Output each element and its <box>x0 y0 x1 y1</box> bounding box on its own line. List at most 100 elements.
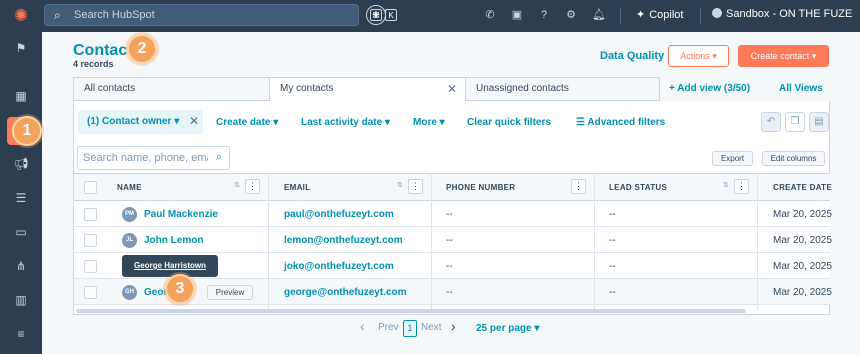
grid-icon[interactable]: ▦ <box>13 88 29 104</box>
column-menu-icon[interactable]: ⋮ <box>571 179 586 194</box>
network-icon[interactable]: ⋔ <box>13 258 29 274</box>
actions-button[interactable]: Actions ▾ <box>668 45 729 67</box>
row-checkbox[interactable] <box>84 208 97 221</box>
row-checkbox[interactable] <box>84 286 97 299</box>
prev-chevron-icon[interactable]: ‹ <box>360 318 365 334</box>
row-checkbox[interactable] <box>84 234 97 247</box>
all-views-link[interactable]: All Views <box>779 83 823 94</box>
select-all-checkbox[interactable] <box>84 181 97 194</box>
account-label: Sandbox - ON THE FUZE <box>726 8 853 20</box>
close-tab-icon[interactable]: ✕ <box>447 78 457 100</box>
more-filters-dropdown[interactable]: More ▾ <box>413 117 445 128</box>
megaphone-icon[interactable]: 📢︎ <box>13 156 29 172</box>
undo-icon[interactable]: ↶ <box>761 112 781 132</box>
settings-gear-icon[interactable]: ⚙ <box>564 8 578 22</box>
advanced-filters-button[interactable]: ☰ Advanced filters <box>576 117 665 128</box>
contact-email-link[interactable]: lemon@onthefuzeyt.com <box>284 235 403 246</box>
next-page-button[interactable]: Next <box>421 322 442 333</box>
create-date-value: Mar 20, 2025 <box>773 209 832 220</box>
contact-owner-filter[interactable]: (1) Contact owner ▾ ✕ <box>78 110 203 134</box>
column-header-email[interactable]: EMAIL <box>284 183 310 192</box>
column-divider <box>268 173 269 309</box>
tab-unassigned-contacts[interactable]: Unassigned contacts <box>466 78 661 100</box>
horizontal-scrollbar[interactable] <box>76 309 746 313</box>
per-page-dropdown[interactable]: 25 per page ▾ <box>476 323 539 334</box>
notifications-bell-icon[interactable]: 🔔︎ <box>592 8 606 22</box>
create-date-value: Mar 20, 2025 <box>773 235 832 246</box>
column-header-create-date[interactable]: CREATE DATE <box>773 183 832 192</box>
column-menu-icon[interactable]: ⋮ <box>245 179 260 194</box>
export-button[interactable]: Export <box>712 151 753 166</box>
column-divider <box>431 173 432 309</box>
create-new-button[interactable]: + <box>366 5 386 25</box>
column-menu-icon[interactable]: ⋮ <box>408 179 423 194</box>
step-marker-2: 2 <box>127 34 157 64</box>
name-tooltip: George Harristown <box>122 255 218 277</box>
create-contact-button[interactable]: Create contact ▾ <box>738 45 829 67</box>
table-search-placeholder: Search name, phone, email <box>83 152 208 164</box>
lead-status-value: -- <box>609 235 616 246</box>
topbar-divider <box>700 8 701 24</box>
contact-name-link[interactable]: John Lemon <box>144 235 203 246</box>
copilot-label: Copilot <box>649 9 684 21</box>
contact-name-link[interactable]: Paul Mackenzie <box>144 209 218 220</box>
database-icon[interactable]: ≡ <box>13 326 29 342</box>
remove-filter-icon[interactable]: ✕ <box>189 114 199 128</box>
clear-quick-filters-link[interactable]: Clear quick filters <box>467 117 551 128</box>
document-icon[interactable]: ☰ <box>13 190 29 206</box>
edit-columns-button[interactable]: Edit columns <box>762 151 825 166</box>
tab-label: My contacts <box>280 83 334 94</box>
sort-icon[interactable]: ⇅ <box>397 181 403 189</box>
contact-email-link[interactable]: joko@onthefuzeyt.com <box>284 261 394 272</box>
create-date-value: Mar 20, 2025 <box>773 261 832 272</box>
bookmark-icon[interactable]: ⚑ <box>13 40 29 56</box>
add-view-button[interactable]: + Add view (3/50) <box>669 83 750 94</box>
row-checkbox[interactable] <box>84 260 97 273</box>
reports-chart-icon[interactable]: ▥ <box>13 292 29 308</box>
view-tabs: All contacts My contacts ✕ Unassigned con… <box>73 77 661 102</box>
sort-icon[interactable]: ⇅ <box>723 181 729 189</box>
filter-lines-icon: ☰ <box>576 117 588 128</box>
column-menu-icon[interactable]: ⋮ <box>734 179 749 194</box>
phone-value: -- <box>446 235 453 246</box>
help-icon[interactable]: ? <box>537 8 551 22</box>
column-header-name[interactable]: NAME <box>117 183 142 192</box>
avatar: PM <box>122 207 137 222</box>
wallet-icon[interactable]: ▭ <box>13 224 29 240</box>
tab-label: All contacts <box>84 83 136 94</box>
contact-email-link[interactable]: george@onthefuzeyt.com <box>284 287 407 298</box>
column-header-phone[interactable]: PHONE NUMBER <box>446 183 515 192</box>
next-chevron-icon[interactable]: › <box>451 318 456 334</box>
phone-icon[interactable]: ✆ <box>483 8 497 22</box>
table-search-input[interactable]: Search name, phone, email ⌕ <box>77 146 230 170</box>
search-icon: ⌕ <box>54 8 61 22</box>
k-key-icon: K <box>385 9 397 21</box>
account-menu[interactable]: Sandbox - ON THE FUZE <box>712 8 852 20</box>
global-search-input[interactable]: ⌕ Search HubSpot ⌘ K <box>44 4 397 26</box>
left-sidebar: ⚑ ▦ 📢︎ ☰ ▭ ⋔ ▥ ≡ <box>0 32 42 354</box>
record-count: 4 records <box>73 59 114 69</box>
lead-status-value: -- <box>609 261 616 272</box>
prev-page-button[interactable]: Prev <box>378 322 399 333</box>
sort-icon[interactable]: ⇅ <box>234 181 240 189</box>
avatar: GH <box>122 285 137 300</box>
account-avatar <box>712 8 722 18</box>
preview-button[interactable]: Preview <box>207 285 253 300</box>
data-quality-link[interactable]: Data Quality <box>600 50 664 62</box>
tab-all-contacts[interactable]: All contacts <box>74 78 270 100</box>
hubspot-logo-icon[interactable]: ✺ <box>11 6 31 26</box>
advanced-filters-label: Advanced filters <box>587 117 666 128</box>
copy-icon[interactable]: ❐ <box>785 112 805 132</box>
topbar-divider <box>620 8 621 24</box>
contact-email-link[interactable]: paul@onthefuzeyt.com <box>284 209 394 220</box>
column-header-lead-status[interactable]: LEAD STATUS <box>609 183 667 192</box>
copilot-button[interactable]: ✦ Copilot <box>636 8 683 21</box>
create-date-filter[interactable]: Create date ▾ <box>216 117 278 128</box>
search-icon: ⌕ <box>215 151 222 163</box>
current-page[interactable]: 1 <box>403 320 417 337</box>
marketplace-icon[interactable]: ▣ <box>510 8 524 22</box>
phone-value: -- <box>446 261 453 272</box>
last-activity-date-filter[interactable]: Last activity date ▾ <box>301 117 390 128</box>
tab-my-contacts[interactable]: My contacts ✕ <box>270 78 466 102</box>
save-view-icon[interactable]: ▤ <box>809 112 829 132</box>
